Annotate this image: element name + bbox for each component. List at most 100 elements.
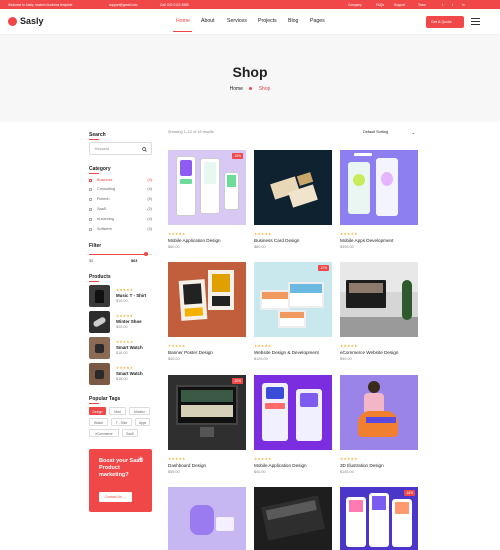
product-image[interactable] xyxy=(254,487,332,550)
product-image[interactable] xyxy=(340,487,418,550)
product-image[interactable] xyxy=(340,150,418,225)
watch-image[interactable] xyxy=(89,337,110,359)
welcome-text: Welcome to Sasly, modern business templa… xyxy=(8,3,73,7)
rating-stars: ★★★★★ xyxy=(340,457,358,461)
category-item[interactable]: eLearning (4) xyxy=(89,217,152,223)
product-card[interactable]: ★★★★★ eCommerce Website Design $90.00 xyxy=(340,262,418,366)
sidebar-product[interactable]: ★★★★★ Smart Watch $18.00 xyxy=(89,363,152,385)
product-name[interactable]: Music T - Shirt xyxy=(116,293,146,298)
tshirt-image[interactable] xyxy=(89,285,110,307)
tag-mart[interactable]: Mart xyxy=(109,407,126,415)
product-name[interactable]: Mobile Application Design xyxy=(168,238,221,243)
product-price: $398.00 xyxy=(340,245,354,249)
search-input[interactable]: Keyword xyxy=(89,142,152,155)
page-title: Shop xyxy=(232,64,268,80)
product-card[interactable]: -18% xyxy=(340,487,418,550)
product-name[interactable]: Dashboard Design xyxy=(168,463,206,468)
product-price: $145.00 xyxy=(340,470,354,474)
nav-item-pages[interactable]: Pages xyxy=(310,18,325,24)
category-heading: Category xyxy=(89,166,111,172)
product-name[interactable]: Mobile Application Design xyxy=(254,463,307,468)
email-link[interactable]: support@gmail.com xyxy=(109,3,137,7)
nav-item-about[interactable]: About xyxy=(201,18,215,24)
heading-underline xyxy=(89,173,99,174)
tag-monitor[interactable]: Monitor xyxy=(129,407,150,415)
product-price: $25.00 xyxy=(116,325,128,329)
rating-stars: ★★★★★ xyxy=(340,344,358,348)
search-icon[interactable] xyxy=(142,147,147,152)
category-item[interactable]: Fintech (5) xyxy=(89,197,152,203)
product-name[interactable]: Smart Watch xyxy=(116,371,143,376)
product-image[interactable] xyxy=(254,150,332,225)
logo-icon[interactable] xyxy=(8,17,17,26)
sidebar-product[interactable]: ★★★★★ Winter Shoe $25.00 xyxy=(89,311,152,333)
category-item[interactable]: Business (3) xyxy=(89,178,152,184)
rating-stars: ★★★★★ xyxy=(254,457,272,461)
tag-design[interactable]: Design xyxy=(89,407,106,415)
product-name[interactable]: Winter Shoe xyxy=(116,319,142,324)
phone-link[interactable]: Call: 000 0123 4589 xyxy=(160,3,189,7)
product-name[interactable]: Business Card Design xyxy=(254,238,299,243)
tag-apps[interactable]: Apps xyxy=(135,418,150,426)
brand-name[interactable]: Sasly xyxy=(20,16,44,26)
product-card[interactable]: ★★★★★ Mobile Apps Development $398.00 xyxy=(340,150,418,254)
product-card[interactable] xyxy=(254,487,332,550)
product-card[interactable] xyxy=(168,487,246,550)
topbar-link-team[interactable]: Team xyxy=(418,3,426,7)
tag-saas[interactable]: SaaS xyxy=(122,429,138,437)
nav-item-projects[interactable]: Projects xyxy=(258,18,277,24)
tag-tshirt[interactable]: T - Shirt xyxy=(111,418,132,426)
product-name[interactable]: Smart Watch xyxy=(116,345,143,350)
product-image[interactable] xyxy=(340,262,418,337)
product-name[interactable]: 3D Illustration Design xyxy=(340,463,384,468)
product-image[interactable] xyxy=(168,262,246,337)
product-image[interactable] xyxy=(340,375,418,450)
product-name[interactable]: Website Design & Development xyxy=(254,350,319,355)
product-image[interactable] xyxy=(254,375,332,450)
nav-item-home[interactable]: Home xyxy=(176,18,190,24)
product-name[interactable]: eCommerce Website Design xyxy=(340,350,398,355)
product-image[interactable] xyxy=(254,262,332,337)
twitter-icon[interactable]: t xyxy=(452,3,453,7)
sale-badge: -20% xyxy=(231,378,243,384)
linkedin-icon[interactable]: in xyxy=(462,3,464,7)
hamburger-icon[interactable] xyxy=(471,18,480,26)
product-name[interactable]: Banner Poster Design xyxy=(168,350,213,355)
get-quote-button[interactable]: Get A Quote xyxy=(426,16,464,28)
topbar-link-faqs[interactable]: FAQs xyxy=(376,3,384,7)
contact-us-button[interactable]: Contact Us → xyxy=(99,492,132,502)
product-card[interactable]: ★★★★★ Business Card Design $80.00 xyxy=(254,150,332,254)
product-price: $18.00 xyxy=(116,351,128,355)
product-card[interactable]: -22% ★★★★★ Website Design & Development … xyxy=(254,262,332,366)
watch-image[interactable] xyxy=(89,363,110,385)
tag-watch[interactable]: Watch xyxy=(89,418,108,426)
facebook-icon[interactable]: f xyxy=(442,3,443,7)
product-card[interactable]: -15% ★★★★★ Mobile Application Design $60… xyxy=(168,150,246,254)
breadcrumb-current: Shop xyxy=(258,86,271,92)
category-item[interactable]: Consulting (4) xyxy=(89,187,152,193)
category-item[interactable]: Softwere (3) xyxy=(89,227,152,233)
price-slider-handle[interactable] xyxy=(143,252,148,256)
product-image[interactable] xyxy=(168,375,246,450)
product-card[interactable]: ★★★★★ Mobile Application Design $40.00 xyxy=(254,375,332,479)
product-image[interactable] xyxy=(168,150,246,225)
rating-stars: ★★★★★ xyxy=(116,288,134,292)
category-item[interactable]: SaaS (2) xyxy=(89,207,152,213)
sort-select[interactable]: Default Sorting ⌄ xyxy=(360,128,418,137)
shoe-image[interactable] xyxy=(89,311,110,333)
breadcrumb-home[interactable]: Home xyxy=(230,86,243,92)
product-card[interactable]: ★★★★★ Banner Poster Design $40.00 xyxy=(168,262,246,366)
sidebar-product[interactable]: ★★★★★ Music T - Shirt $10.00 xyxy=(89,285,152,307)
sidebar-product[interactable]: ★★★★★ Smart Watch $18.00 xyxy=(89,337,152,359)
product-price: $18.00 xyxy=(116,377,128,381)
product-name[interactable]: Mobile Apps Development xyxy=(340,238,393,243)
topbar-link-company[interactable]: Company xyxy=(348,3,362,7)
topbar-link-support[interactable]: Support xyxy=(394,3,405,7)
nav-item-blog[interactable]: Blog xyxy=(288,18,298,24)
product-price: $90.00 xyxy=(340,357,352,361)
nav-item-services[interactable]: Services xyxy=(227,18,247,24)
product-card[interactable]: ★★★★★ 3D Illustration Design $145.00 xyxy=(340,375,418,479)
product-card[interactable]: -20% ★★★★★ Dashboard Design $55.00 xyxy=(168,375,246,479)
product-image[interactable] xyxy=(168,487,246,550)
tag-ecommerce[interactable]: eCommerce xyxy=(89,429,119,437)
